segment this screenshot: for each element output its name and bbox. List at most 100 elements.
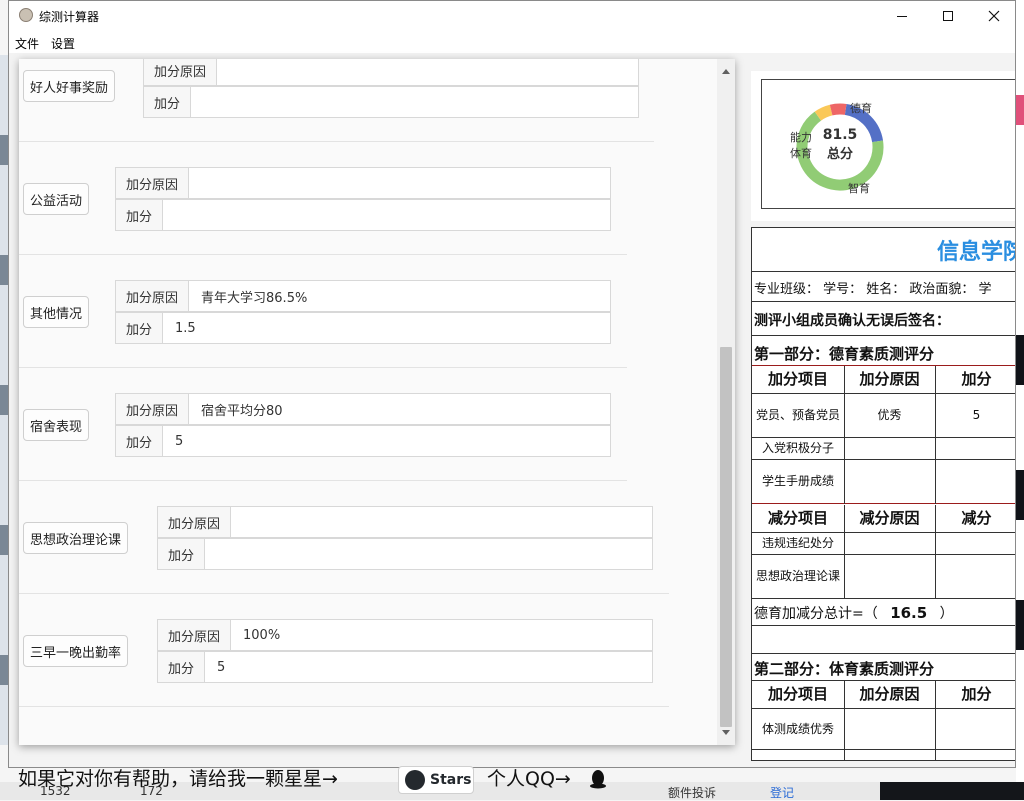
table-rule [752, 271, 1015, 272]
reason-input[interactable] [231, 507, 652, 537]
reason-label: 加分原因 [116, 281, 190, 311]
section-divider [19, 593, 669, 594]
points-input[interactable]: 5 [163, 426, 610, 456]
section-divider [19, 480, 627, 481]
points-label: 加分 [116, 426, 164, 456]
maximize-button[interactable] [925, 1, 971, 31]
sub-header-points: 减分 [961, 509, 992, 528]
score-chart: 81.5 总分 德育 智育 体育 能力 [761, 79, 1015, 209]
reason-row: 加分原因 青年大学习86.5% [115, 280, 611, 312]
p2-header-reason: 加分原因 [859, 685, 920, 704]
chart-label-sports: 体育 [790, 147, 812, 160]
p2-row-item: 体测成绩优秀 [761, 721, 834, 736]
reason-input[interactable]: 青年大学习86.5% [189, 281, 610, 311]
scroll-down-icon[interactable] [722, 730, 730, 735]
moral-total-value: 16.5 [890, 604, 928, 622]
table-rule [752, 749, 1015, 750]
points-input[interactable] [191, 87, 638, 117]
total-score-label: 总分 [826, 147, 853, 162]
desktop-strip [0, 525, 8, 555]
points-input[interactable] [163, 200, 610, 230]
reason-input[interactable]: 100% [231, 620, 652, 650]
table-rule [935, 505, 936, 598]
reason-input[interactable] [189, 168, 610, 198]
add-row-reason: 优秀 [877, 408, 902, 423]
github-stars-button[interactable]: Stars [398, 766, 474, 794]
donut-slice-2 [814, 104, 833, 121]
points-row: 加分 [143, 86, 639, 118]
moral-total-prefix: 德育加减分总计=（ [754, 606, 878, 622]
desktop-strip [0, 385, 8, 415]
close-icon [988, 10, 1000, 22]
desktop-strip [1016, 95, 1024, 125]
section-divider [19, 141, 654, 142]
chart-label-ability: 能力 [790, 131, 812, 144]
form-confirm-line: 测评小组成员确认无误后签名： [754, 313, 950, 329]
points-input[interactable] [205, 539, 652, 569]
desktop-taskbar-dark [880, 782, 1024, 800]
reason-row: 加分原因 [115, 167, 611, 199]
reason-row: 加分原因 [143, 59, 639, 86]
category-button-attendance[interactable]: 三早一晚出勤率 [23, 635, 129, 667]
minimize-button[interactable] [879, 1, 925, 31]
category-button-other[interactable]: 其他情况 [23, 296, 90, 328]
points-input[interactable]: 5 [205, 652, 652, 682]
scroll-up-icon[interactable] [722, 69, 730, 74]
taskbar-item[interactable]: 额件投诉 [668, 784, 716, 801]
points-row: 加分 [115, 199, 611, 231]
desktop-strip [0, 655, 8, 685]
app-icon [19, 8, 33, 22]
add-row-points: 5 [972, 408, 981, 423]
desktop-right-edge [1016, 0, 1024, 800]
reason-row: 加分原因 宿舍平均分80 [115, 393, 611, 425]
points-label: 加分 [144, 87, 192, 117]
table-rule [844, 681, 845, 760]
reason-label: 加分原因 [116, 394, 190, 424]
category-button-public-welfare[interactable]: 公益活动 [23, 183, 90, 215]
reason-input[interactable]: 宿舍平均分80 [189, 394, 610, 424]
menu-settings[interactable]: 设置 [51, 35, 75, 52]
score-chart-panel: 81.5 总分 德育 智育 体育 能力 [751, 71, 1015, 221]
donut-slice-3 [829, 103, 847, 116]
table-rule [935, 366, 936, 504]
form-title: 信息学院 [937, 240, 1015, 265]
table-rule [752, 335, 1015, 336]
add-row-item: 入党积极分子 [761, 441, 834, 456]
points-input[interactable]: 1.5 [163, 313, 610, 343]
app-window: 综测计算器 文件 设置 好人好事奖励 加分原因 加分 公益活动 加分原因 加分 [8, 0, 1016, 768]
part1-title: 第一部分：德育素质测评分 [754, 345, 935, 363]
qq-penguin-icon[interactable] [588, 767, 608, 789]
taskbar-login[interactable]: 登记 [770, 784, 794, 801]
maximize-icon [943, 11, 953, 21]
form-info-line: 专业班级： 学号： 姓名： 政治面貌： 学 [754, 282, 992, 297]
points-label: 加分 [158, 539, 206, 569]
desktop-left-edge [0, 55, 8, 745]
reason-row: 加分原因 [157, 506, 653, 538]
points-row: 加分 5 [115, 425, 611, 457]
reason-row: 加分原因 100% [157, 619, 653, 651]
points-label: 加分 [116, 200, 164, 230]
desktop-strip [1016, 335, 1024, 385]
qq-banner-text: 个人QQ→ [487, 768, 571, 790]
help-banner-text: 如果它对你有帮助，请给我一颗星星→ [18, 768, 338, 790]
title-bar[interactable]: 综测计算器 [9, 1, 1015, 31]
menu-file[interactable]: 文件 [15, 35, 39, 52]
scrollbar-thumb[interactable] [720, 347, 732, 727]
points-label: 加分 [158, 652, 206, 682]
desktop-strip [0, 255, 8, 285]
reason-input[interactable] [217, 59, 638, 85]
sub-header-item: 减分项目 [767, 509, 828, 528]
p2-header-item: 加分项目 [767, 685, 828, 704]
category-button-good-deeds[interactable]: 好人好事奖励 [23, 70, 116, 102]
window-title: 综测计算器 [39, 10, 100, 24]
category-button-politics[interactable]: 思想政治理论课 [23, 522, 129, 554]
points-label: 加分 [116, 313, 164, 343]
desktop-strip [1016, 600, 1024, 650]
table-rule [844, 505, 845, 598]
github-icon [405, 770, 425, 790]
vertical-scrollbar[interactable] [717, 59, 735, 745]
points-row: 加分 [157, 538, 653, 570]
category-button-dorm[interactable]: 宿舍表现 [23, 409, 90, 441]
close-button[interactable] [971, 1, 1015, 31]
part2-title: 第二部分：体育素质测评分 [754, 660, 935, 678]
